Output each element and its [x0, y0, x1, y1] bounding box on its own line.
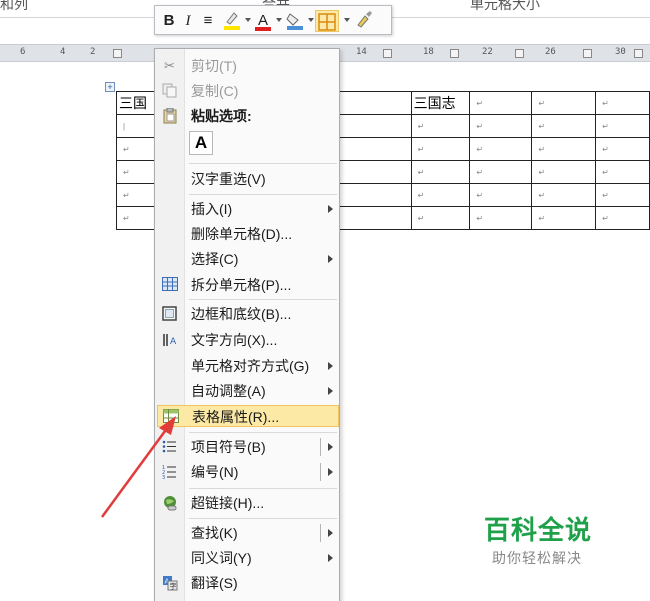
red-arrow-icon: [100, 426, 170, 518]
watermark-title: 百科全说: [484, 515, 593, 545]
red-arrowhead-icon: [159, 416, 176, 435]
watermark-subtitle: 助你轻松解决: [492, 550, 582, 566]
